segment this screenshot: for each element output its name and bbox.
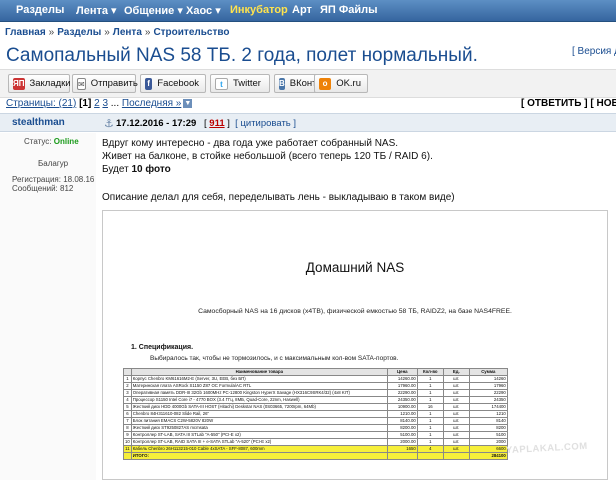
table-row: 7 Блок питания EMACS C2W-5820V 820W 8140.0… xyxy=(123,417,508,425)
twitter-button[interactable]: t Twitter xyxy=(210,74,270,93)
document-subtitle: Самосборный NAS на 16 дисков (x4TB), физ… xyxy=(198,308,512,315)
table-header-row: Наименование товара Цена Кол-во Ед. Сумм… xyxy=(123,368,508,376)
ok-icon: о xyxy=(319,77,332,90)
twitter-icon: t xyxy=(215,77,228,90)
post-date: 17.12.2016 - 17:29 xyxy=(116,118,197,129)
nav-incubator[interactable]: Инкубатор xyxy=(230,4,288,16)
reply-buttons[interactable]: [ ОТВЕТИТЬ ] [ НОВА xyxy=(521,98,616,109)
page-2[interactable]: 2 xyxy=(94,98,100,109)
breadcrumb: Главная» Разделы» Лента» Строительство xyxy=(5,27,230,38)
table-row: 6 Chenbro 84H311610-082 Slide Rail, 26" 12… xyxy=(123,410,508,418)
anchor-icon[interactable]: ⚓ xyxy=(104,117,114,130)
post-body: Вдруг кому интересно - два года уже рабо… xyxy=(102,137,433,176)
nav-files[interactable]: ЯП Файлы xyxy=(320,4,378,16)
spec-table: Наименование товара Цена Кол-во Ед. Сумм… xyxy=(123,368,508,460)
page-title: Самопальный NAS 58 ТБ. 2 года, полет нор… xyxy=(6,45,478,66)
arrow-down-icon[interactable]: ▼ xyxy=(183,98,193,108)
envelope-icon: ✉ xyxy=(77,77,86,90)
table-row: 3 Оперативная память DDR-III 32Gb 1600MHz… xyxy=(123,389,508,397)
send-button[interactable]: ✉ Отправить xyxy=(72,74,138,93)
document-image: Домашний NAS Самосборный NAS на 16 диско… xyxy=(102,210,608,480)
post-line-3: Будет 10 фото xyxy=(102,164,171,175)
user-status: Статус: Online xyxy=(24,137,79,146)
user-messages: Сообщений: 812 xyxy=(12,184,74,193)
breadcrumb-home[interactable]: Главная xyxy=(5,27,46,38)
breadcrumb-sections[interactable]: Разделы xyxy=(57,27,101,38)
pages-label[interactable]: Страницы: (21) xyxy=(6,98,76,109)
spec-heading: 1. Спецификация. xyxy=(131,344,194,351)
pages-ellipsis: ... xyxy=(110,98,120,109)
table-row: 2 Материнская плата ASRock S1150 Z87 OC F… xyxy=(123,382,508,390)
table-row: 11 Кабель Chenbro 26H113215-010 Cable 4xS… xyxy=(123,445,508,453)
table-row: 10 Контроллер ST-LAB, RAID SATA III + e-S… xyxy=(123,438,508,446)
post-description: Описание делал для себя, переделывать ле… xyxy=(102,192,455,203)
print-version-link[interactable]: [ Версия д xyxy=(572,46,616,57)
post-header: stealthman ⚓ 17.12.2016 - 17:29 [ 911 ] … xyxy=(0,113,616,132)
user-sidebar: Статус: Online Балагур Регистрация: 18.0… xyxy=(0,133,96,480)
bookmarks-button[interactable]: ЯП Закладки xyxy=(8,74,71,93)
nav-chaos[interactable]: Хаос ▾ xyxy=(186,4,221,17)
post-number[interactable]: 911 xyxy=(209,118,224,129)
nav-sections[interactable]: Разделы xyxy=(16,4,64,16)
yap-icon: ЯП xyxy=(13,77,25,90)
table-row: 9 Контроллер ST-LAB, SATA III STLab "A-55… xyxy=(123,431,508,439)
facebook-icon: f xyxy=(145,77,153,90)
spec-text: Выбиралось так, чтобы не тормозилось, и … xyxy=(150,355,399,362)
quote-link[interactable]: [ цитировать ] xyxy=(235,118,296,129)
breadcrumb-construction[interactable]: Строительство xyxy=(153,27,229,38)
user-rank: Балагур xyxy=(38,159,69,168)
nav-feed[interactable]: Лента ▾ xyxy=(76,4,117,17)
table-total-row: ИТОГО: 284100 xyxy=(123,452,508,460)
table-row: 4 Процессор S1150 Intel Core i7 - 4770 BO… xyxy=(123,396,508,404)
post-number-group: [ 911 ] [ цитировать ] xyxy=(204,118,297,129)
nav-chat[interactable]: Общение ▾ xyxy=(124,4,183,17)
document-title: Домашний NAS xyxy=(305,260,405,275)
table-row: 5 Жесткий диск HDD 4000Gb SATA-III HOST (… xyxy=(123,403,508,411)
author-name[interactable]: stealthman xyxy=(12,117,65,128)
vk-icon: B xyxy=(279,77,285,90)
share-bar: ЯП Закладки ✉ Отправить f Facebook t Twitter… xyxy=(0,69,616,98)
table-row: 1 Корпус Chenbro KM61616M2-E (Server, 3U,… xyxy=(123,375,508,383)
top-nav-bar: Разделы Лента ▾ Общение ▾ Хаос ▾ Инкубат… xyxy=(0,0,616,22)
nav-art[interactable]: Арт xyxy=(292,4,312,16)
page-3[interactable]: 3 xyxy=(102,98,108,109)
ok-button[interactable]: о OK.ru xyxy=(314,74,368,93)
page-last[interactable]: Последняя » xyxy=(122,98,181,109)
user-registered: Регистрация: 18.08.16 xyxy=(12,175,95,184)
post-line-1: Вдруг кому интересно - два года уже рабо… xyxy=(102,138,399,149)
table-row: 8 Жесткий диск ST9250827AS mcmsata 8200.00… xyxy=(123,424,508,432)
pagination: Страницы: (21) [1] 2 3 ... Последняя » ▼ xyxy=(6,98,193,109)
post-line-2: Живет на балконе, в стойке небольшой (вс… xyxy=(102,151,433,162)
page-current: [1] xyxy=(79,98,92,109)
breadcrumb-feed[interactable]: Лента xyxy=(113,27,142,38)
facebook-button[interactable]: f Facebook xyxy=(140,74,206,93)
